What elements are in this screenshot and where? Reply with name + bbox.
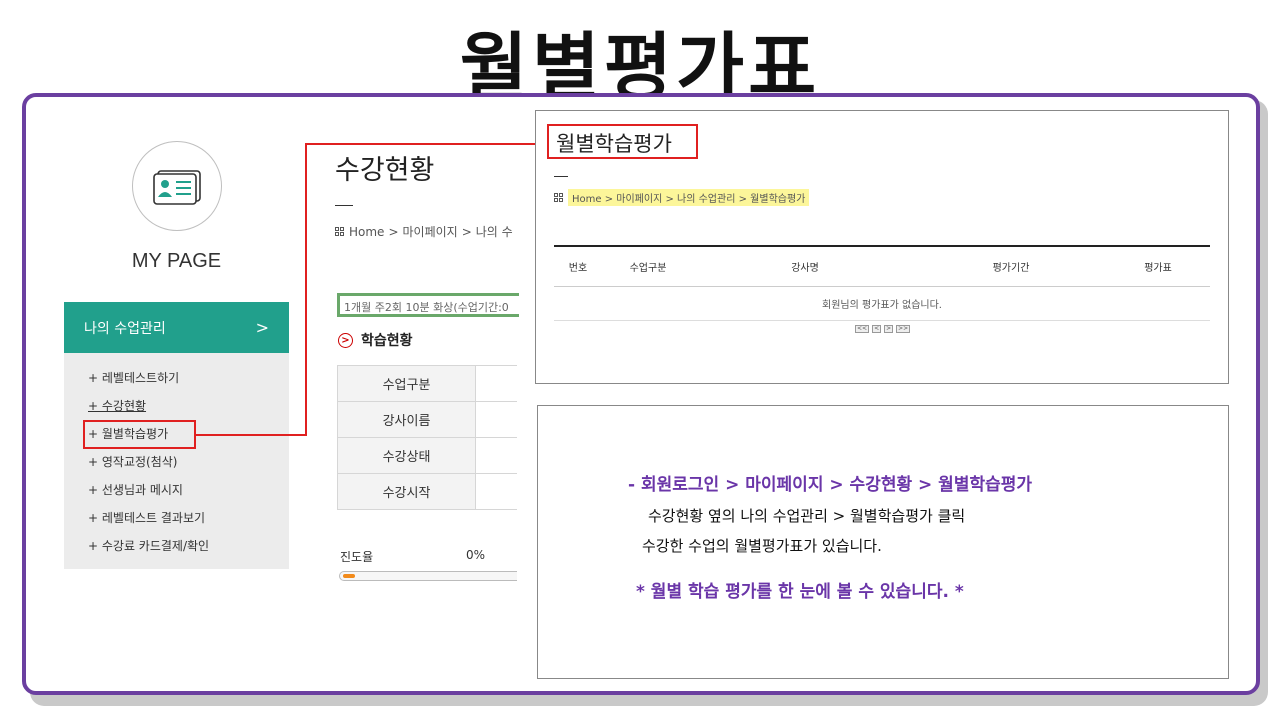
col-eval-sheet: 평가표: [1106, 245, 1210, 287]
row-value: [475, 401, 517, 438]
col-period: 평가기간: [916, 245, 1106, 287]
instruction-panel: [537, 405, 1229, 679]
breadcrumb-separator: >: [461, 224, 472, 239]
table-row: 수강상태: [337, 437, 517, 474]
empty-message: 회원님의 평가표가 없습니다.: [554, 286, 1210, 321]
course-info-table: 수업구분 강사이름 수강상태 수강시작: [337, 365, 517, 510]
sidebar-item-level-result[interactable]: + 레벨테스트 결과보기: [88, 509, 205, 526]
breadcrumb-separator: >: [665, 194, 678, 205]
chevron-circle-icon: >: [338, 332, 353, 348]
sidebar-highlight-box: [83, 420, 196, 449]
title-underline: [554, 176, 568, 177]
breadcrumb-mypage[interactable]: 마이페이지: [616, 194, 662, 205]
course-status-title: 수강현황: [335, 155, 435, 186]
col-number: 번호: [554, 245, 602, 287]
progress-fill: [343, 574, 355, 578]
row-label: 수강시작: [337, 473, 476, 510]
row-value: [475, 365, 517, 402]
breadcrumb: Home > 마이페이지 > 나의 수: [335, 223, 517, 240]
row-label: 수업구분: [337, 365, 476, 402]
learning-status-label: 학습현황: [361, 333, 413, 349]
instruction-line: 수강한 수업의 월별평가표가 있습니다.: [642, 537, 882, 555]
sidebar-item-card-payment[interactable]: + 수강료 카드결제/확인: [88, 537, 209, 554]
instruction-note: * 월별 학습 평가를 한 눈에 볼 수 있습니다. *: [636, 582, 964, 602]
instruction-line: 수강현황 옆의 나의 수업관리 > 월별학습평가 클릭: [648, 507, 966, 525]
sidebar-item-teacher-message[interactable]: + 선생님과 메시지: [88, 481, 183, 498]
breadcrumb-mypage[interactable]: 마이페이지: [403, 223, 458, 240]
chevron-right-icon: >: [255, 318, 269, 337]
breadcrumb-home[interactable]: Home: [572, 194, 602, 205]
sidebar-item-level-test[interactable]: + 레벨테스트하기: [88, 369, 179, 386]
col-teacher: 강사명: [694, 245, 916, 287]
sidebar-item-writing-correction[interactable]: + 영작교정(첨삭): [88, 453, 177, 470]
table-row: 수업구분: [337, 365, 517, 402]
connector-line: [305, 143, 541, 145]
pagination: << < > >>: [855, 325, 911, 333]
row-value: [475, 437, 517, 474]
breadcrumb-highlight: Home > 마이페이지 > 나의 수업관리 > 월별학습평가: [568, 189, 810, 206]
breadcrumb-class[interactable]: 나의 수: [476, 223, 513, 240]
learning-status-heading: > 학습현황: [338, 330, 413, 350]
sidebar-section-label: 나의 수업관리: [84, 320, 166, 337]
instruction-path: - 회원로그인 > 마이페이지 > 수강현황 > 월별학습평가: [628, 475, 1033, 495]
sidebar-item-course-status[interactable]: + 수강현황: [88, 397, 146, 414]
sidebar-section-header[interactable]: 나의 수업관리 >: [64, 302, 289, 353]
id-card-icon: [153, 170, 201, 205]
mypage-heading: MY PAGE: [131, 250, 222, 272]
connector-line: [305, 143, 307, 436]
table-row: 수강시작: [337, 473, 517, 510]
avatar: [132, 141, 222, 231]
breadcrumb-class-manage[interactable]: 나의 수업관리: [677, 194, 735, 205]
table-row: 회원님의 평가표가 없습니다.: [554, 286, 1210, 321]
course-banner: 1개월 주2회 10분 화상(수업기간:0: [337, 293, 519, 317]
table-header-row: 번호 수업구분 강사명 평가기간 평가표: [554, 245, 1210, 287]
first-page-button[interactable]: <<: [855, 325, 870, 333]
row-label: 강사이름: [337, 401, 476, 438]
eval-table: 번호 수업구분 강사명 평가기간 평가표 회원님의 평가표가 없습니다.: [554, 245, 1210, 321]
progress-label: 진도율: [340, 550, 374, 564]
connector-line: [196, 434, 306, 436]
breadcrumb-separator: >: [738, 194, 751, 205]
sitemap-icon: [335, 226, 345, 237]
eval-title: 월별학습평가: [556, 132, 672, 156]
eval-breadcrumb: Home > 마이페이지 > 나의 수업관리 > 월별학습평가: [554, 189, 810, 206]
breadcrumb-monthly-eval[interactable]: 월별학습평가: [750, 194, 805, 205]
row-value: [475, 473, 517, 510]
sidebar-menu: + 레벨테스트하기 + 수강현황 + 월별학습평가 + 영작교정(첨삭) + 선…: [64, 353, 289, 569]
table-row: 강사이름: [337, 401, 517, 438]
row-label: 수강상태: [337, 437, 476, 474]
next-page-button[interactable]: >: [884, 325, 894, 333]
breadcrumb-home[interactable]: Home: [349, 225, 384, 239]
progress-bar: [339, 571, 517, 581]
breadcrumb-separator: >: [388, 224, 399, 239]
col-class-type: 수업구분: [602, 245, 694, 287]
sitemap-icon: [554, 192, 564, 203]
title-underline: [335, 205, 353, 206]
prev-page-button[interactable]: <: [872, 325, 882, 333]
breadcrumb-separator: >: [604, 194, 617, 205]
progress-value: 0%: [466, 548, 486, 562]
last-page-button[interactable]: >>: [896, 325, 911, 333]
